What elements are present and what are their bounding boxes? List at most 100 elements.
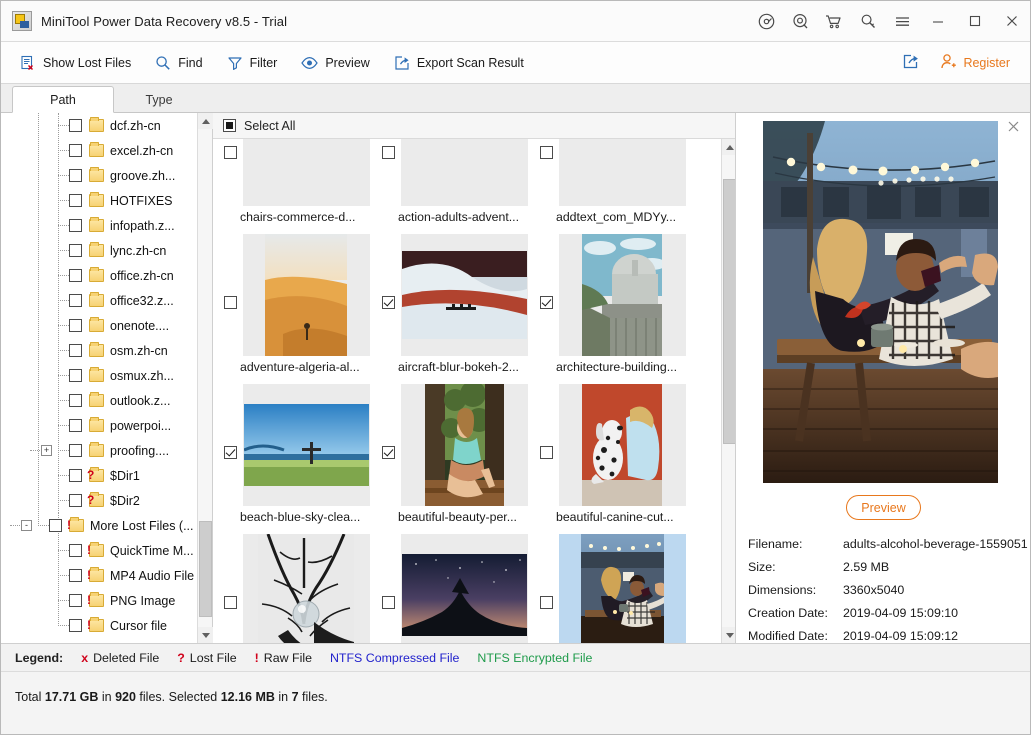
tree-item[interactable]: osm.zh-cn [1, 338, 197, 363]
tree-item[interactable]: +proofing.... [1, 438, 197, 463]
tab-path[interactable]: Path [12, 86, 114, 113]
tree-scroll-up-icon[interactable] [198, 113, 213, 129]
grid-scrollbar[interactable] [721, 139, 736, 643]
tree-item[interactable]: powerpoi... [1, 413, 197, 438]
tree-item-checkbox[interactable] [69, 169, 82, 182]
grid-scroll-down-icon[interactable] [722, 627, 736, 643]
collapse-icon[interactable]: - [21, 520, 32, 531]
license-key-icon[interactable] [851, 1, 885, 42]
tree-item-checkbox[interactable] [69, 419, 82, 432]
file-item-checkbox[interactable] [540, 296, 553, 309]
tree-item-checkbox[interactable] [69, 369, 82, 382]
tree-item[interactable]: infopath.z... [1, 213, 197, 238]
tree-item-checkbox[interactable] [69, 569, 82, 582]
tree-item-checkbox[interactable] [69, 144, 82, 157]
show-lost-files-button[interactable]: Show Lost Files [11, 48, 140, 78]
tree-item-checkbox[interactable] [69, 544, 82, 557]
file-grid-item[interactable]: beautiful-canine-cut... [537, 384, 687, 534]
grid-scroll-up-icon[interactable] [722, 139, 736, 155]
file-thumbnail[interactable] [401, 234, 528, 356]
tree-item-checkbox[interactable] [69, 319, 82, 332]
expand-icon[interactable]: + [41, 445, 52, 456]
file-item-checkbox[interactable] [540, 146, 553, 159]
file-grid-item[interactable]: beach-blue-sky-clea... [221, 384, 371, 534]
tree-item-checkbox[interactable] [69, 594, 82, 607]
tree-item-checkbox[interactable] [69, 119, 82, 132]
tree-item[interactable]: !Cursor file [1, 613, 197, 638]
file-thumbnail[interactable] [243, 234, 370, 356]
tree-item[interactable]: ?$Dir1 [1, 463, 197, 488]
file-grid-item[interactable]: adventure-algeria-al... [221, 234, 371, 384]
file-grid-item[interactable]: chairs-commerce-d... [221, 139, 371, 234]
maximize-icon[interactable] [956, 1, 993, 42]
tree-item-checkbox[interactable] [69, 244, 82, 257]
file-grid-item[interactable]: action-adults-advent... [379, 139, 529, 234]
file-thumbnail[interactable] [243, 384, 370, 506]
file-item-checkbox[interactable] [382, 446, 395, 459]
file-item-checkbox[interactable] [540, 596, 553, 609]
tree-item-checkbox[interactable] [69, 294, 82, 307]
tree-item[interactable]: excel.zh-cn [1, 138, 197, 163]
file-thumbnail[interactable] [559, 234, 686, 356]
minimize-icon[interactable] [919, 1, 956, 42]
file-grid-item[interactable]: addtext_com_MDYy... [537, 139, 687, 234]
folder-tree-pane[interactable]: dcf.zh-cnexcel.zh-cngroove.zh...HOTFIXES… [1, 113, 213, 643]
file-thumbnail[interactable] [559, 534, 686, 643]
filter-button[interactable]: Filter [218, 48, 287, 78]
tree-item-checkbox[interactable] [69, 394, 82, 407]
hamburger-menu-icon[interactable] [885, 1, 919, 42]
tree-item[interactable]: lync.zh-cn [1, 238, 197, 263]
file-item-checkbox[interactable] [540, 446, 553, 459]
file-thumbnail[interactable] [243, 139, 370, 206]
file-grid-item[interactable]: beautiful-beauty-per... [379, 384, 529, 534]
tree-item[interactable]: !PNG Image [1, 588, 197, 613]
shopping-cart-icon[interactable] [817, 1, 851, 42]
preview-action-button[interactable]: Preview [846, 495, 921, 520]
tree-scroll-down-icon[interactable] [198, 627, 213, 643]
file-item-checkbox[interactable] [382, 296, 395, 309]
select-all-bar[interactable]: Select All [213, 113, 736, 139]
export-scan-result-button[interactable]: Export Scan Result [385, 48, 533, 78]
file-grid-item[interactable]: architecture-building... [537, 234, 687, 384]
file-item-checkbox[interactable] [382, 596, 395, 609]
tree-scrollbar-thumb[interactable] [199, 521, 212, 617]
tree-item[interactable]: ?$Dir2 [1, 488, 197, 513]
select-all-checkbox[interactable] [223, 119, 236, 132]
tree-item[interactable]: office32.z... [1, 288, 197, 313]
share-button[interactable] [894, 48, 928, 78]
tab-type[interactable]: Type [114, 86, 204, 113]
tree-item[interactable]: HOTFIXES [1, 188, 197, 213]
grid-scrollbar-thumb[interactable] [723, 179, 736, 444]
tree-item-checkbox[interactable] [69, 194, 82, 207]
tree-item[interactable]: onenote.... [1, 313, 197, 338]
tree-item-checkbox[interactable] [69, 494, 82, 507]
file-item-checkbox[interactable] [382, 146, 395, 159]
file-item-checkbox[interactable] [224, 296, 237, 309]
file-thumbnail[interactable] [401, 384, 528, 506]
tree-item[interactable]: osmux.zh... [1, 363, 197, 388]
tree-item-checkbox[interactable] [69, 469, 82, 482]
find-button[interactable]: Find [146, 48, 211, 78]
file-thumbnail[interactable] [243, 534, 370, 643]
tree-item-checkbox[interactable] [69, 444, 82, 457]
close-icon[interactable] [993, 1, 1030, 42]
register-button[interactable]: Register [932, 48, 1022, 78]
file-item-checkbox[interactable] [224, 446, 237, 459]
tree-scrollbar[interactable] [197, 113, 212, 643]
tree-item[interactable]: -!More Lost Files (... [1, 513, 197, 538]
file-thumbnail[interactable] [559, 384, 686, 506]
tree-item[interactable]: groove.zh... [1, 163, 197, 188]
file-item-checkbox[interactable] [224, 146, 237, 159]
file-grid-item[interactable]: adults-alcohol-bever... [537, 534, 687, 643]
tree-item-checkbox[interactable] [69, 344, 82, 357]
tree-item-checkbox[interactable] [69, 219, 82, 232]
close-icon[interactable] [1005, 120, 1021, 136]
tree-item[interactable]: dcf.zh-cn [1, 113, 197, 138]
file-thumbnail[interactable] [401, 534, 528, 643]
file-grid-item[interactable]: blur-branches-cryst... [221, 534, 371, 643]
tree-item-checkbox[interactable] [49, 519, 62, 532]
tree-item-checkbox[interactable] [69, 269, 82, 282]
file-grid-item[interactable]: 4k-wallpaper-astron... [379, 534, 529, 643]
preview-button[interactable]: Preview [292, 48, 378, 78]
file-item-checkbox[interactable] [224, 596, 237, 609]
